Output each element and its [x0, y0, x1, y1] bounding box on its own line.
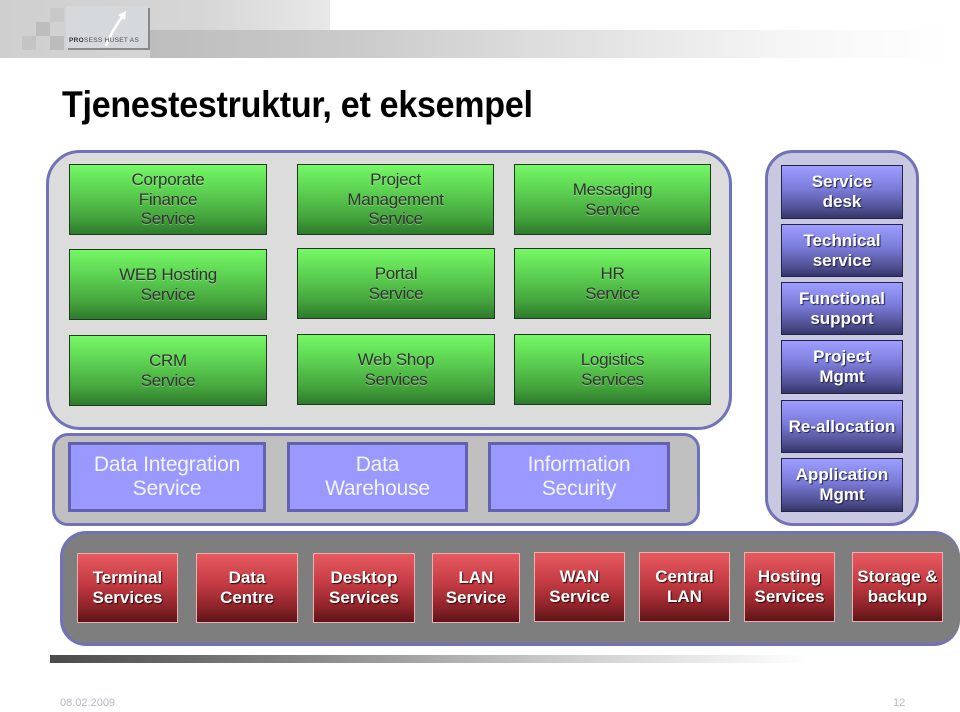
header-gradient-bar: [150, 30, 950, 58]
service-box[interactable]: Information Security: [488, 442, 670, 512]
page-number: 12: [893, 697, 906, 709]
service-box[interactable]: Terminal Services: [77, 553, 178, 623]
service-box[interactable]: Data Warehouse: [287, 442, 468, 512]
service-box[interactable]: CRM Service: [69, 335, 267, 406]
service-box[interactable]: Data Centre: [196, 553, 298, 623]
footer-date: 08.02.2009: [60, 697, 116, 709]
service-box[interactable]: WEB Hosting Service: [69, 249, 267, 320]
service-box[interactable]: Application Mgmt: [781, 458, 903, 512]
footer-gradient-bar: [50, 655, 810, 663]
service-box[interactable]: WAN Service: [534, 552, 625, 622]
service-box[interactable]: Service desk: [781, 165, 903, 219]
service-box[interactable]: Project Management Service: [297, 164, 494, 235]
service-box[interactable]: Corporate Finance Service: [69, 164, 267, 235]
service-box[interactable]: HR Service: [514, 248, 711, 319]
page-title: Tjenestestruktur, et eksempel: [62, 84, 533, 125]
service-box[interactable]: Data Integration Service: [68, 442, 266, 512]
service-box[interactable]: Project Mgmt: [781, 340, 903, 394]
service-box[interactable]: Functional support: [781, 282, 903, 335]
service-box[interactable]: Web Shop Services: [297, 334, 495, 405]
service-box[interactable]: Messaging Service: [514, 164, 711, 235]
service-box[interactable]: LAN Service: [432, 553, 520, 623]
logo-text: SESS HUSET AS: [84, 37, 140, 44]
logo-text-bold: PRO: [69, 37, 84, 44]
service-box[interactable]: Technical service: [781, 224, 903, 277]
service-box[interactable]: Desktop Services: [313, 553, 415, 623]
service-box[interactable]: Logistics Services: [514, 334, 711, 405]
company-logo: PROSESS HUSET AS: [66, 6, 148, 48]
service-box[interactable]: Central LAN: [639, 552, 730, 622]
service-box[interactable]: Hosting Services: [744, 552, 835, 622]
checker-pattern: [22, 8, 64, 50]
service-box[interactable]: Storage & backup: [852, 552, 943, 622]
service-box[interactable]: Portal Service: [297, 248, 495, 319]
service-box[interactable]: Re-allocation: [781, 400, 903, 453]
